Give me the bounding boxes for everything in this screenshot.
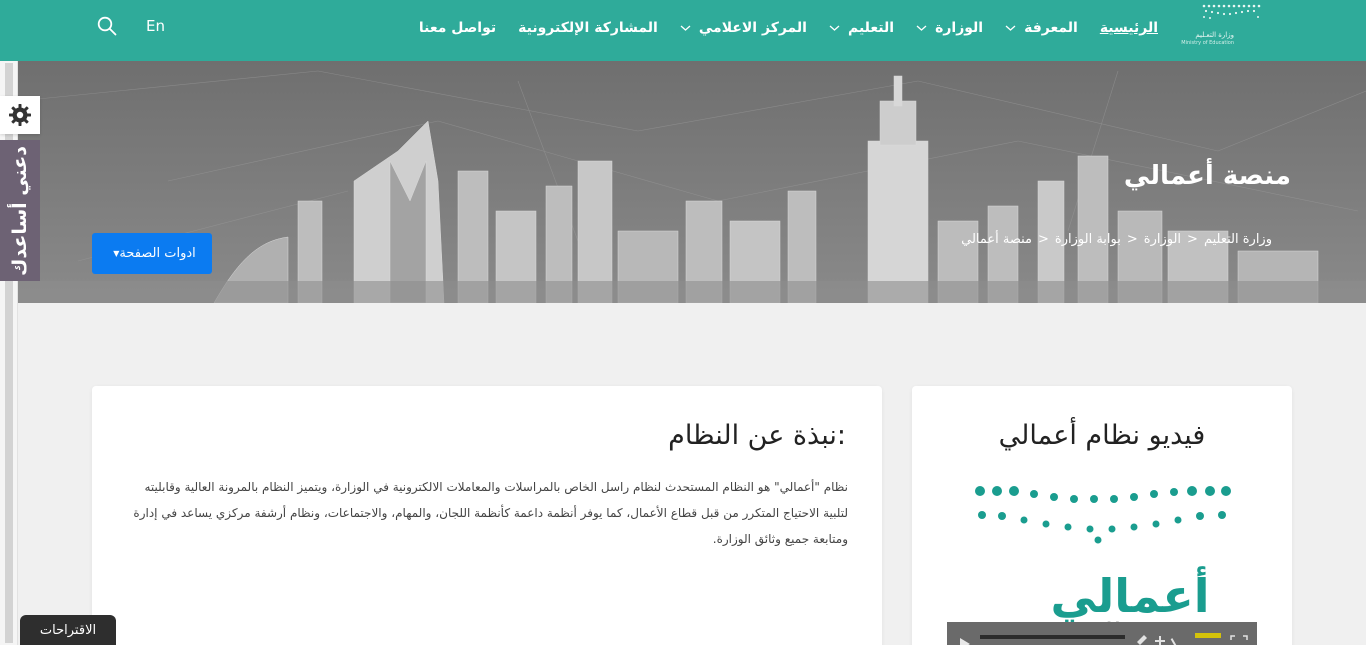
page-title: منصة أعمالي [1123,161,1291,191]
video-controls [960,633,1248,645]
video-heading: فيديو نظام أعمالي [998,420,1206,451]
nav-item-ministry[interactable]: الوزارة [916,17,983,39]
chevron-down-icon [1005,25,1016,31]
breadcrumb-separator: > [1187,232,1198,247]
about-system-card: نبذة عن النظام: نظام "أعمالي" هو النظام … [92,386,882,645]
nav-item-home[interactable]: الرئيسية [1100,17,1158,39]
search-icon[interactable] [97,16,117,36]
breadcrumb: وزارة التعليم > الوزارة > بوابة الوزارة … [961,232,1272,247]
about-heading: نبذة عن النظام: [668,420,846,451]
chevron-down-icon [829,25,840,31]
breadcrumb-separator: > [1038,232,1049,247]
nav-item-education[interactable]: التعليم [829,17,894,39]
chevron-down-icon [916,25,927,31]
page-tools-label: ادوات الصفحة [119,246,196,261]
help-me-tab[interactable]: دعني أساعدك [0,140,40,281]
video-progress-fill [980,635,1125,639]
breadcrumb-item[interactable]: الوزارة [1144,232,1181,247]
logo-text: وزارة التعـليم [1195,31,1234,39]
chevron-down-icon [680,25,691,31]
wrench-icon [1170,638,1178,645]
breadcrumb-current: منصة أعمالي [961,232,1033,247]
breadcrumb-item[interactable]: بوابة الوزارة [1055,232,1121,247]
share-icon [1155,636,1165,645]
about-paragraph: نظام "أعمالي" هو النظام المستحدث لنظام ر… [133,480,848,546]
settings-button[interactable] [0,96,40,134]
top-navigation-bar: وزارة التعـليم Ministry of Education الر… [0,0,1366,61]
volume-level-bar [1195,633,1221,638]
language-toggle[interactable]: En [146,17,165,35]
play-icon [960,638,970,645]
aamali-logo-arabic: أعمالي [1050,566,1209,623]
logo-subtext: Ministry of Education [1181,40,1234,46]
video-card: فيديو نظام أعمالي أعمالي Aamali [912,386,1292,645]
nav-item-knowledge[interactable]: المعرفة [1005,17,1078,39]
help-me-label: دعني أساعدك [9,145,31,276]
nav-item-contact[interactable]: تواصل معنا [419,17,496,39]
fullscreen-icon [1230,635,1248,640]
gear-icon [9,104,31,126]
main-nav: الرئيسية المعرفة الوزارة التعليم المركز … [397,17,1158,39]
page-tools-button[interactable]: ▼ ادوات الصفحة [92,233,212,274]
nav-item-e-participation[interactable]: المشاركة الإلكترونية [518,17,658,39]
pin-icon [1137,635,1147,645]
breadcrumb-item[interactable]: وزارة التعليم [1204,232,1272,247]
video-control-bar [947,622,1257,645]
suggestions-tab[interactable]: الاقتراحات [20,615,116,645]
aamali-logo-thumbnail[interactable]: أعمالي Aamali [970,472,1235,642]
hero-banner: منصة أعمالي وزارة التعليم > الوزارة > بو… [18,61,1366,303]
breadcrumb-separator: > [1126,232,1138,247]
nav-item-media-center[interactable]: المركز الاعلامي [680,17,807,39]
